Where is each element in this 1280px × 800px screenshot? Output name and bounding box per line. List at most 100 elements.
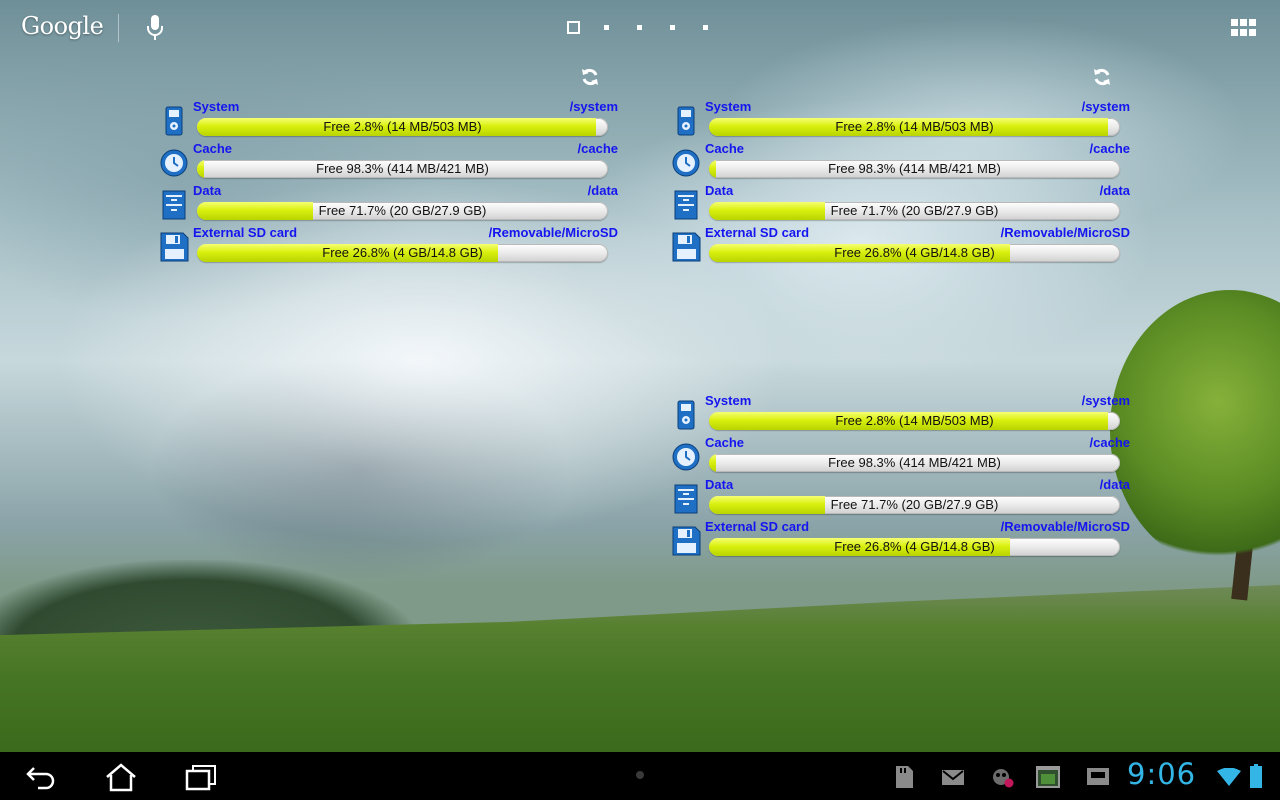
free-space-text: Free 71.7% (20 GB/27.9 GB) (318, 203, 487, 218)
storage-path: /data (1099, 477, 1130, 492)
storage-row[interactable]: External SD card/Removable/MicroSD Free 2… (158, 225, 618, 268)
storage-label: System (193, 99, 240, 114)
storage-label: Data (193, 183, 222, 198)
storage-label: Cache (193, 141, 233, 156)
storage-path: /system (1081, 393, 1130, 408)
storage-row[interactable]: System/system Free 2.8% (14 MB/503 MB) (158, 99, 618, 142)
free-space-text: Free 71.7% (20 GB/27.9 GB) (830, 497, 999, 512)
storage-label: External SD card (193, 225, 298, 240)
usage-bar: Free 2.8% (14 MB/503 MB) (709, 412, 1120, 430)
storage-row[interactable]: Cache/cache Free 98.3% (414 MB/421 MB) (158, 141, 618, 184)
storage-path: /cache (577, 141, 618, 156)
page-dot (604, 25, 609, 30)
recent-apps-icon[interactable] (184, 762, 218, 792)
free-space-text: Free 26.8% (4 GB/14.8 GB) (834, 245, 995, 260)
cache-clock-icon (670, 148, 702, 178)
system-icon (158, 106, 190, 136)
screenshot-icon[interactable] (1035, 764, 1061, 790)
usage-bar: Free 26.8% (4 GB/14.8 GB) (709, 244, 1120, 262)
gmail-icon[interactable] (940, 764, 966, 790)
storage-path: /Removable/MicroSD (488, 225, 618, 240)
floppy-disk-icon (670, 232, 702, 262)
storage-path: /system (569, 99, 618, 114)
usage-bar: Free 26.8% (4 GB/14.8 GB) (709, 538, 1120, 556)
storage-label: System (705, 99, 752, 114)
system-icon (670, 106, 702, 136)
free-space-text: Free 2.8% (14 MB/503 MB) (835, 413, 994, 428)
storage-widget[interactable]: System/system Free 2.8% (14 MB/503 MB) Cac… (670, 360, 1130, 560)
page-dot (670, 25, 675, 30)
page-dot (637, 25, 642, 30)
free-space-text: Free 98.3% (414 MB/421 MB) (316, 161, 489, 176)
storage-path: /data (587, 183, 618, 198)
storage-path: /Removable/MicroSD (1000, 519, 1130, 534)
data-cabinet-icon (158, 190, 190, 220)
microphone-icon[interactable] (145, 14, 165, 42)
storage-label: External SD card (705, 225, 810, 240)
refresh-icon[interactable] (1092, 67, 1112, 87)
usage-bar: Free 71.7% (20 GB/27.9 GB) (709, 202, 1120, 220)
storage-row[interactable]: System/system Free 2.8% (14 MB/503 MB) (670, 393, 1130, 436)
storage-path: /data (1099, 183, 1130, 198)
search-divider (118, 14, 119, 42)
storage-label: Cache (705, 141, 745, 156)
storage-row[interactable]: External SD card/Removable/MicroSD Free 2… (670, 519, 1130, 562)
storage-row[interactable]: Data/data Free 71.7% (20 GB/27.9 GB) (670, 477, 1130, 520)
storage-widget[interactable]: System/system Free 2.8% (14 MB/503 MB) Cac… (158, 66, 618, 266)
system-icon (670, 400, 702, 430)
storage-row[interactable]: Cache/cache Free 98.3% (414 MB/421 MB) (670, 435, 1130, 478)
storage-row[interactable]: External SD card/Removable/MicroSD Free 2… (670, 225, 1130, 268)
floppy-disk-icon (670, 526, 702, 556)
battery-icon[interactable] (1250, 764, 1262, 788)
free-space-text: Free 26.8% (4 GB/14.8 GB) (322, 245, 483, 260)
usage-bar: Free 26.8% (4 GB/14.8 GB) (197, 244, 608, 262)
nav-center-dot (636, 771, 644, 779)
floppy-disk-icon (158, 232, 190, 262)
free-space-text: Free 98.3% (414 MB/421 MB) (828, 455, 1001, 470)
free-space-text: Free 71.7% (20 GB/27.9 GB) (830, 203, 999, 218)
storage-row[interactable]: Cache/cache Free 98.3% (414 MB/421 MB) (670, 141, 1130, 184)
storage-path: /Removable/MicroSD (1000, 225, 1130, 240)
wallpaper-tree (1110, 290, 1280, 570)
back-icon[interactable] (24, 762, 58, 792)
storage-row[interactable]: Data/data Free 71.7% (20 GB/27.9 GB) (158, 183, 618, 226)
usage-bar: Free 2.8% (14 MB/503 MB) (197, 118, 608, 136)
data-cabinet-icon (670, 190, 702, 220)
storage-device-icon[interactable] (1085, 764, 1111, 790)
sd-card-icon[interactable] (891, 764, 917, 790)
cache-clock-icon (670, 442, 702, 472)
app-update-icon[interactable] (990, 764, 1016, 790)
status-clock[interactable]: 9:06 (1127, 757, 1196, 791)
free-space-text: Free 26.8% (4 GB/14.8 GB) (834, 539, 995, 554)
page-dot (567, 21, 580, 34)
usage-bar: Free 71.7% (20 GB/27.9 GB) (709, 496, 1120, 514)
data-cabinet-icon (670, 484, 702, 514)
storage-widget[interactable]: System/system Free 2.8% (14 MB/503 MB) Cac… (670, 66, 1130, 266)
refresh-icon[interactable] (580, 67, 600, 87)
cache-clock-icon (158, 148, 190, 178)
storage-row[interactable]: System/system Free 2.8% (14 MB/503 MB) (670, 99, 1130, 142)
home-icon[interactable] (104, 762, 138, 792)
storage-row[interactable]: Data/data Free 71.7% (20 GB/27.9 GB) (670, 183, 1130, 226)
home-page-indicator (567, 21, 717, 35)
page-dot (703, 25, 708, 30)
free-space-text: Free 2.8% (14 MB/503 MB) (323, 119, 482, 134)
storage-label: Data (705, 183, 734, 198)
storage-path: /cache (1089, 141, 1130, 156)
storage-label: Cache (705, 435, 745, 450)
usage-bar: Free 98.3% (414 MB/421 MB) (709, 454, 1120, 472)
usage-bar: Free 98.3% (414 MB/421 MB) (197, 160, 608, 178)
storage-label: External SD card (705, 519, 810, 534)
usage-bar: Free 71.7% (20 GB/27.9 GB) (197, 202, 608, 220)
system-navigation-bar (0, 752, 1280, 800)
all-apps-icon[interactable] (1231, 19, 1257, 37)
google-search-logo[interactable]: Google (21, 12, 104, 40)
storage-label: Data (705, 477, 734, 492)
storage-path: /system (1081, 99, 1130, 114)
usage-bar: Free 98.3% (414 MB/421 MB) (709, 160, 1120, 178)
wifi-icon[interactable] (1217, 768, 1241, 786)
free-space-text: Free 98.3% (414 MB/421 MB) (828, 161, 1001, 176)
free-space-text: Free 2.8% (14 MB/503 MB) (835, 119, 994, 134)
storage-label: System (705, 393, 752, 408)
usage-bar: Free 2.8% (14 MB/503 MB) (709, 118, 1120, 136)
